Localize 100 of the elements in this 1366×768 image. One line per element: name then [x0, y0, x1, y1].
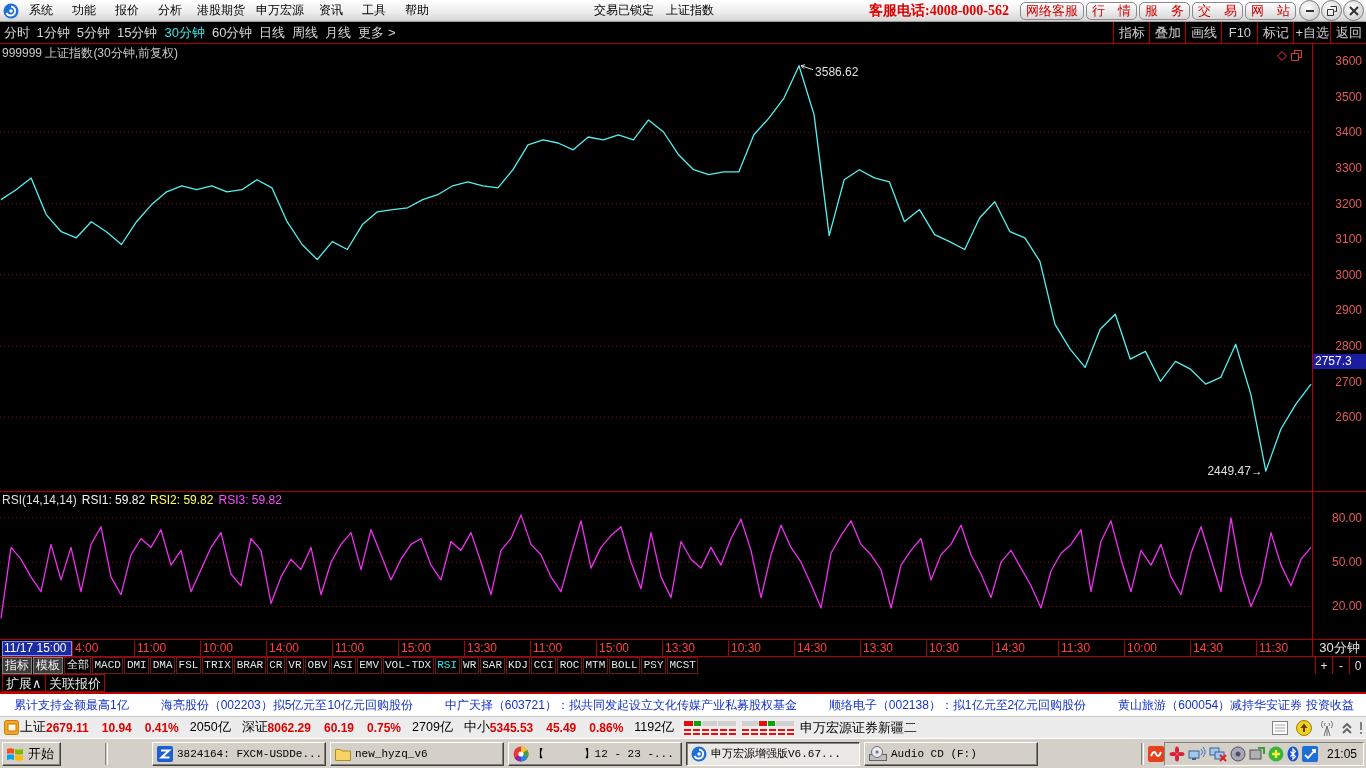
menu-item[interactable]: 资讯 [309, 2, 352, 19]
arrow-tile-icon[interactable] [1301, 745, 1318, 762]
news-link[interactable]: 黄山旅游（600054）减持华安证券 投资收益 [1118, 696, 1354, 714]
period-tab[interactable]: 15分钟 [113, 22, 161, 43]
toolbar-button[interactable]: 指标 [1113, 22, 1150, 43]
window-icon[interactable] [4, 720, 19, 735]
legend-label: RSI1: 59.82 [81, 493, 146, 507]
antenna-icon[interactable] [1320, 719, 1334, 736]
diamond-icon[interactable] [1277, 50, 1287, 61]
squares-icon[interactable] [1291, 50, 1302, 61]
link-button[interactable]: 行 情 [1086, 1, 1137, 20]
period-tab[interactable]: 日线 [255, 22, 289, 43]
taskbar-button[interactable]: 3824164: FXCM-USDDe... [152, 741, 326, 766]
indicator-tab[interactable]: DMI [124, 657, 150, 674]
panel-tab[interactable]: 关联报价 [45, 674, 105, 692]
start-button[interactable]: 开始 [2, 741, 61, 766]
indicator-tab[interactable]: ASI [330, 657, 356, 674]
period-tab[interactable]: 更多 > [354, 22, 400, 43]
panel-button[interactable]: 模板 [33, 657, 63, 674]
indicator-tab[interactable]: RSI [434, 657, 460, 674]
panel-button[interactable]: 指标 [2, 657, 32, 674]
indicator-tab[interactable]: CR [266, 657, 285, 674]
time-label: 13:30 [860, 641, 926, 656]
time-label: 13:30 [662, 641, 728, 656]
indicator-tab[interactable]: VR [285, 657, 305, 674]
price-annotation: 2449.47→ [1207, 464, 1263, 479]
close-button[interactable] [1343, 0, 1364, 21]
indicator-tab[interactable]: SAR [479, 657, 505, 674]
taskbar-button[interactable]: 【 】12 - 23 -... [508, 741, 682, 766]
indicator-tab[interactable]: FSL [176, 657, 201, 674]
notepad-icon[interactable] [1272, 720, 1288, 735]
toolbar-button[interactable]: 叠加 [1149, 22, 1186, 43]
menu-item[interactable]: 港股期货 [191, 2, 250, 19]
news-link[interactable]: 累计支持金额最高1亿 [14, 696, 129, 714]
link-button[interactable]: 网 站 [1245, 1, 1296, 20]
wave-tile-icon[interactable] [1147, 745, 1164, 762]
axis-label: 3100 [1335, 232, 1362, 247]
bluetooth-icon[interactable] [1286, 745, 1299, 762]
indicator-tab[interactable]: WR [460, 657, 479, 674]
network-error-icon[interactable] [1208, 745, 1227, 762]
menu-item[interactable]: 帮助 [395, 2, 438, 19]
z-tile-icon [157, 745, 173, 762]
pinwheel-icon[interactable] [1168, 745, 1185, 762]
time-label: 14:30 [992, 641, 1058, 656]
period-tab[interactable]: 5分钟 [73, 22, 114, 43]
news-link[interactable]: 海亮股份（002203）拟5亿元至10亿元回购股份 [160, 696, 413, 714]
indicator-tab[interactable]: BOLL [608, 657, 641, 674]
menu-item[interactable]: 申万宏源 [250, 2, 309, 19]
indicator-tab[interactable]: BRAR [234, 657, 266, 674]
toolbar-button[interactable]: 画线 [1185, 22, 1222, 43]
axis-label: 3600 [1335, 54, 1362, 69]
indicator-tab[interactable]: EMV [356, 657, 382, 674]
panel-tab[interactable]: 扩展∧ [2, 674, 46, 692]
link-button[interactable]: 服 务 [1139, 1, 1190, 20]
time-label: 10:30 [728, 641, 794, 656]
news-link[interactable]: 中广天择（603721）：拟共同发起设立文化传媒产业私募股权基金 [444, 696, 797, 714]
period-tab[interactable]: 1分钟 [33, 22, 74, 43]
indicator-tab[interactable]: OBV [305, 657, 330, 674]
indicator-tab[interactable]: PSY [641, 657, 666, 674]
restore-button[interactable] [1321, 0, 1342, 21]
double-chevron-up-icon[interactable] [1342, 721, 1352, 734]
taskbar-button[interactable]: Audio CD (F:) [864, 741, 1038, 766]
menu-item[interactable]: 功能 [62, 2, 105, 19]
indicator-tab[interactable]: DMA [150, 657, 176, 674]
time-label: 4:00 [72, 641, 134, 656]
taskbar-button[interactable]: new_hyzq_v6 [330, 741, 504, 766]
network-icon[interactable] [1187, 745, 1206, 762]
indicator-tab[interactable]: ROC [557, 657, 582, 674]
toolbar-button[interactable]: +自选 [1293, 22, 1330, 43]
indicator-tab[interactable]: MACD [92, 657, 124, 674]
minimize-button[interactable] [1299, 0, 1320, 21]
period-tab[interactable]: 分时 [0, 22, 33, 43]
time-label: 10:00 [200, 641, 266, 656]
period-tab[interactable]: 月线 [321, 22, 355, 43]
axis-label: 3000 [1335, 267, 1362, 282]
indicator-tab[interactable]: MCST [667, 657, 699, 674]
indicator-tab[interactable]: CCI [531, 657, 557, 674]
indicator-tab[interactable]: VOL-TDX [382, 657, 434, 674]
period-tab[interactable]: 周线 [288, 22, 322, 43]
indicator-tab[interactable]: MTM [583, 657, 608, 674]
indicator-tab[interactable]: TRIX [201, 657, 234, 674]
menu-item[interactable]: 系统 [19, 2, 62, 19]
link-button[interactable]: 交 易 [1192, 1, 1243, 20]
disc-icon[interactable] [1229, 745, 1246, 762]
period-tab[interactable]: 30分钟 [160, 22, 209, 43]
taskbar-button[interactable]: 申万宏源增强版V6.67... [686, 741, 860, 766]
device-icon[interactable] [1248, 745, 1265, 762]
menu-item[interactable]: 工具 [352, 2, 395, 19]
news-link[interactable]: 顺络电子（002138）：拟1亿元至2亿元回购股份 [828, 696, 1087, 714]
index-change: 60.19 [324, 720, 354, 735]
period-tab[interactable]: 60分钟 [208, 22, 256, 43]
menu-item[interactable]: 报价 [105, 2, 148, 19]
link-button[interactable]: 网络客服 [1020, 1, 1084, 20]
chart-title: 999999 上证指数(30分钟,前复权) [2, 45, 179, 62]
toolbar-button[interactable]: F10 [1221, 22, 1258, 43]
indicator-tab[interactable]: 全部 [64, 657, 91, 674]
toolbar-button[interactable]: 标记 [1257, 22, 1294, 43]
toolbar-button[interactable]: 返回 [1330, 22, 1366, 43]
menu-item[interactable]: 分析 [148, 2, 191, 19]
indicator-tab[interactable]: KDJ [505, 657, 531, 674]
